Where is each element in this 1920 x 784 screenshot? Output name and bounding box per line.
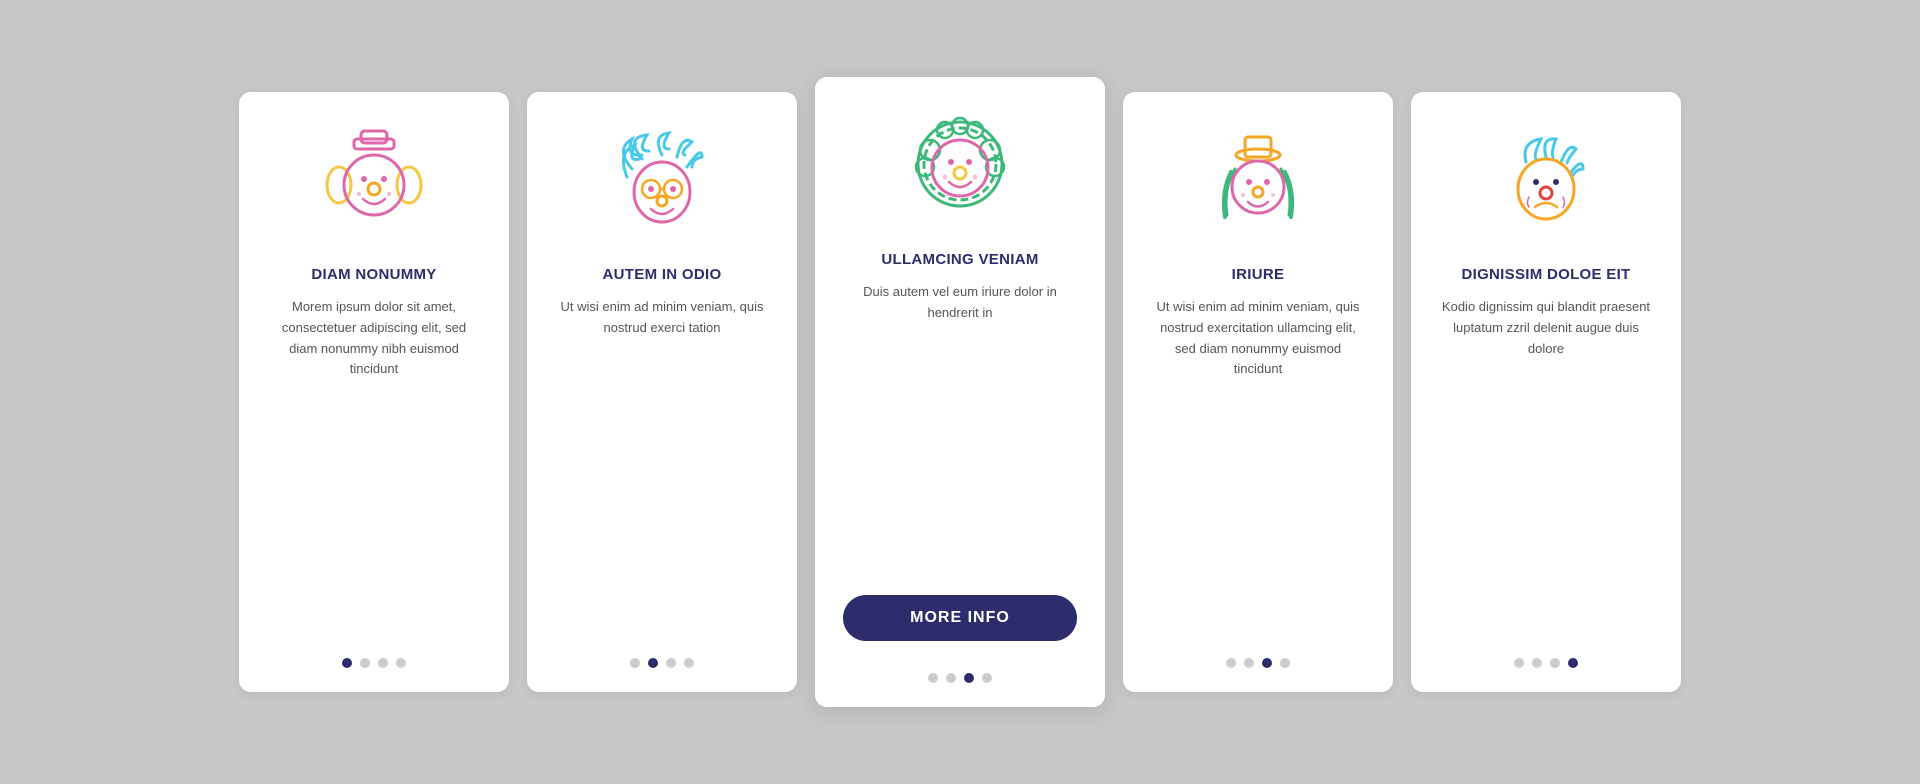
card-5: DIGNISSIM DOLOE EIT Kodio dignissim qui …	[1411, 92, 1681, 692]
dot	[378, 658, 388, 668]
more-info-button[interactable]: MORE INFO	[843, 595, 1077, 641]
card-3: ULLAMCING VENIAM Duis autem vel eum iriu…	[815, 77, 1105, 707]
card-4: IRIURE Ut wisi enim ad minim veniam, qui…	[1123, 92, 1393, 692]
card-4-title: IRIURE	[1232, 266, 1285, 283]
clown4-icon	[1198, 122, 1318, 242]
dot	[684, 658, 694, 668]
clown3-icon	[900, 107, 1020, 227]
dot	[360, 658, 370, 668]
dot	[1280, 658, 1290, 668]
card-2: AUTEM IN ODIO Ut wisi enim ad minim veni…	[527, 92, 797, 692]
card-5-text: Kodio dignissim qui blandit praesent lup…	[1439, 297, 1653, 626]
dot	[342, 658, 352, 668]
dot	[1514, 658, 1524, 668]
dot	[1244, 658, 1254, 668]
dot	[1532, 658, 1542, 668]
card-5-dots	[1514, 646, 1578, 668]
dot	[648, 658, 658, 668]
card-1-title: DIAM NONUMMY	[311, 266, 436, 283]
clown5-icon	[1486, 122, 1606, 242]
dot	[1550, 658, 1560, 668]
dot	[630, 658, 640, 668]
dot	[946, 673, 956, 683]
dot	[666, 658, 676, 668]
card-5-title: DIGNISSIM DOLOE EIT	[1461, 266, 1630, 283]
card-2-text: Ut wisi enim ad minim veniam, quis nostr…	[555, 297, 769, 626]
card-1-dots	[342, 646, 406, 668]
dot	[982, 673, 992, 683]
card-3-text: Duis autem vel eum iriure dolor in hendr…	[843, 282, 1077, 575]
dot	[928, 673, 938, 683]
dot	[1568, 658, 1578, 668]
clown1-icon	[314, 122, 434, 242]
card-1: DIAM NONUMMY Morem ipsum dolor sit amet,…	[239, 92, 509, 692]
dot	[964, 673, 974, 683]
dot	[1262, 658, 1272, 668]
card-1-text: Morem ipsum dolor sit amet, consectetuer…	[267, 297, 481, 626]
cards-container: DIAM NONUMMY Morem ipsum dolor sit amet,…	[179, 37, 1741, 747]
dot	[1226, 658, 1236, 668]
card-3-dots	[928, 661, 992, 683]
dot	[396, 658, 406, 668]
card-2-dots	[630, 646, 694, 668]
clown2-icon	[602, 122, 722, 242]
card-4-dots	[1226, 646, 1290, 668]
card-4-text: Ut wisi enim ad minim veniam, quis nostr…	[1151, 297, 1365, 626]
card-3-title: ULLAMCING VENIAM	[881, 251, 1038, 268]
card-2-title: AUTEM IN ODIO	[603, 266, 722, 283]
